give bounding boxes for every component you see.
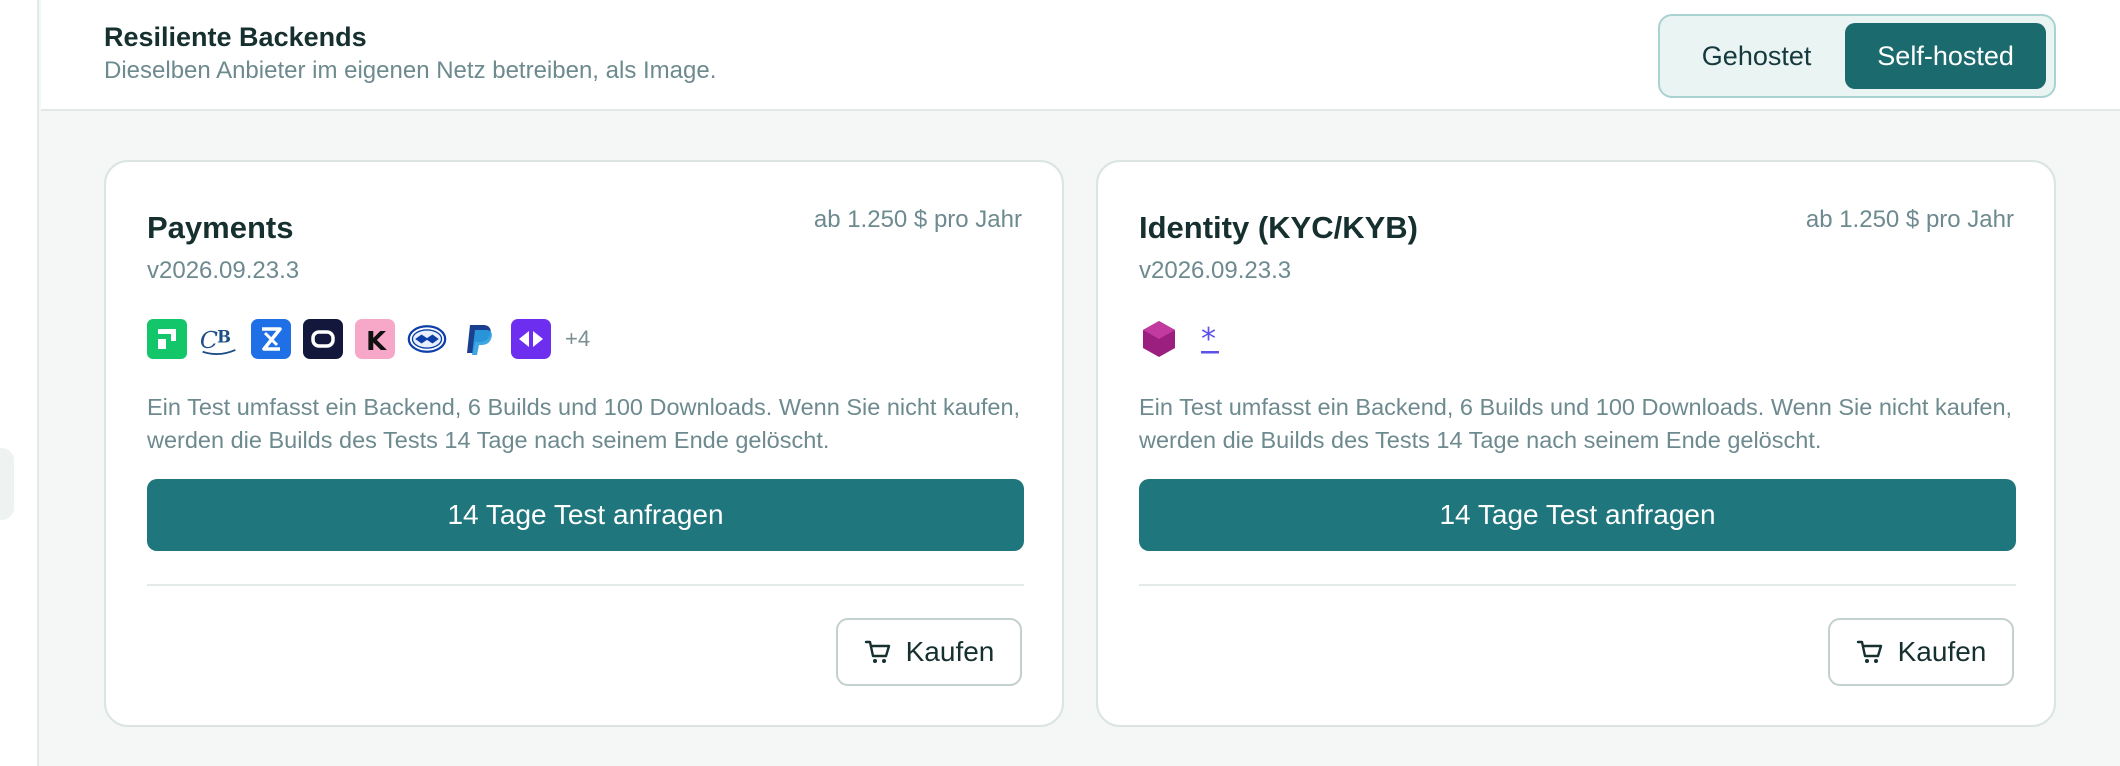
blue-x-logo <box>251 319 291 359</box>
card-description: Ein Test umfasst ein Backend, 6 Builds u… <box>147 394 1021 453</box>
card-price: ab 1.250 $ pro Jahr <box>813 206 1022 233</box>
handshake-logo <box>407 319 447 359</box>
cart-icon <box>1856 640 1882 663</box>
buy-button[interactable]: Kaufen <box>1828 618 2014 686</box>
card-price: ab 1.250 $ pro Jahr <box>1805 206 2014 233</box>
provider-logos: * <box>1139 317 1231 361</box>
left-rail <box>0 0 39 766</box>
svg-text:C: C <box>200 326 218 354</box>
request-trial-button[interactable]: 14 Tage Test anfragen <box>147 479 1024 551</box>
rail-nav-indicator[interactable] <box>0 448 14 520</box>
more-providers-count: +4 <box>565 326 591 351</box>
card-divider <box>1139 584 2016 586</box>
card-title: Identity (KYC/KYB) <box>1139 210 1418 245</box>
section-title: Resiliente Backends <box>104 22 367 52</box>
cb-logo: CB <box>199 319 239 359</box>
hosting-mode-toggle: Gehostet Self-hosted <box>1658 14 2056 98</box>
buy-button-label: Kaufen <box>1897 636 1987 667</box>
buy-button[interactable]: Kaufen <box>836 618 1022 686</box>
toggle-option-hosted[interactable]: Gehostet <box>1668 23 1845 89</box>
card-version: v2026.09.23.3 <box>1139 257 1292 284</box>
product-card-identity: Identity (KYC/KYB) ab 1.250 $ pro Jahr v… <box>1096 160 2056 727</box>
asterisk-logo: * <box>1191 319 1231 359</box>
card-version: v2026.09.23.3 <box>147 257 300 284</box>
card-divider <box>147 584 1024 586</box>
green-square-logo <box>147 319 187 359</box>
cart-icon <box>864 640 890 663</box>
section-header: Resiliente Backends Dieselben Anbieter i… <box>41 0 2120 111</box>
section-subtitle: Dieselben Anbieter im eigenen Netz betre… <box>104 57 717 84</box>
navy-link-logo <box>303 319 343 359</box>
purple-arrows-logo <box>511 319 551 359</box>
buy-button-label: Kaufen <box>905 636 995 667</box>
svg-text:B: B <box>217 328 231 347</box>
magenta-hexagon-logo <box>1139 319 1179 359</box>
card-title: Payments <box>147 210 294 245</box>
paypal-logo <box>459 319 499 359</box>
card-description: Ein Test umfasst ein Backend, 6 Builds u… <box>1139 394 2013 453</box>
product-card-payments: Payments ab 1.250 $ pro Jahr v2026.09.23… <box>104 160 1064 727</box>
svg-text:K: K <box>366 327 387 357</box>
toggle-option-self-hosted[interactable]: Self-hosted <box>1845 23 2046 89</box>
klarna-logo: K <box>355 319 395 359</box>
provider-logos: CB K +4 <box>147 317 590 361</box>
request-trial-button[interactable]: 14 Tage Test anfragen <box>1139 479 2016 551</box>
